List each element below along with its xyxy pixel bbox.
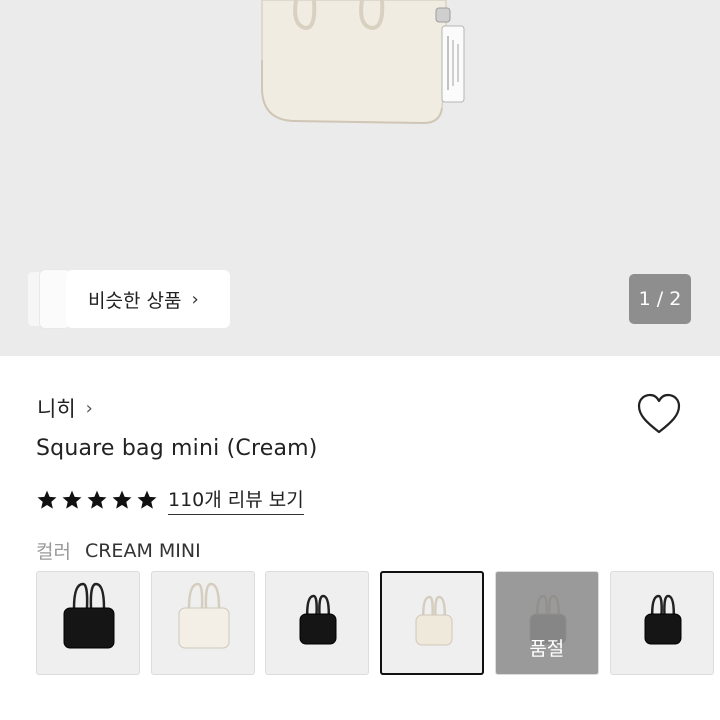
star-icon	[137, 490, 157, 509]
product-image-gallery[interactable]: 비슷한 상품 › 1 / 2	[0, 0, 720, 356]
star-icon	[37, 490, 57, 509]
brand-name: 니히	[37, 397, 76, 421]
star-icon	[62, 490, 82, 509]
color-option-grey[interactable]: 품절	[494, 571, 599, 675]
star-icon	[87, 490, 107, 509]
rating-stars	[36, 489, 158, 511]
brand-link[interactable]: 니히 ›	[37, 393, 93, 423]
color-option-black[interactable]	[36, 571, 140, 675]
color-options: 품절	[36, 571, 720, 675]
color-option-black-mini[interactable]	[265, 571, 370, 675]
soldout-label: 품절	[529, 638, 565, 660]
similar-products-label: 비슷한 상품	[88, 289, 182, 312]
reviews-link[interactable]: 110개 리뷰 보기	[168, 485, 304, 515]
image-page-counter: 1 / 2	[629, 274, 691, 324]
similar-products-button[interactable]: 비슷한 상품 ›	[66, 270, 230, 328]
color-option-cream-mini[interactable]	[380, 571, 485, 675]
heart-icon[interactable]	[636, 392, 682, 436]
bag-thumbnail	[644, 594, 681, 645]
color-label: 컬러	[36, 541, 71, 563]
chevron-right-icon: ›	[191, 288, 199, 310]
star-icon	[112, 490, 132, 509]
selected-color: CREAM MINI	[84, 539, 201, 562]
product-title: Square bag mini (Cream)	[36, 436, 318, 461]
bag-thumbnail	[178, 582, 230, 649]
color-option-black-small[interactable]	[609, 571, 714, 675]
bag-thumbnail	[299, 594, 337, 645]
rating-row: 110개 리뷰 보기	[36, 485, 304, 515]
color-option-cream[interactable]	[150, 571, 255, 675]
bag-thumbnail	[63, 582, 115, 649]
bag-thumbnail	[415, 595, 453, 646]
chevron-right-icon: ›	[85, 397, 93, 419]
color-selector-label: 컬러 CREAM MINI	[36, 537, 201, 564]
